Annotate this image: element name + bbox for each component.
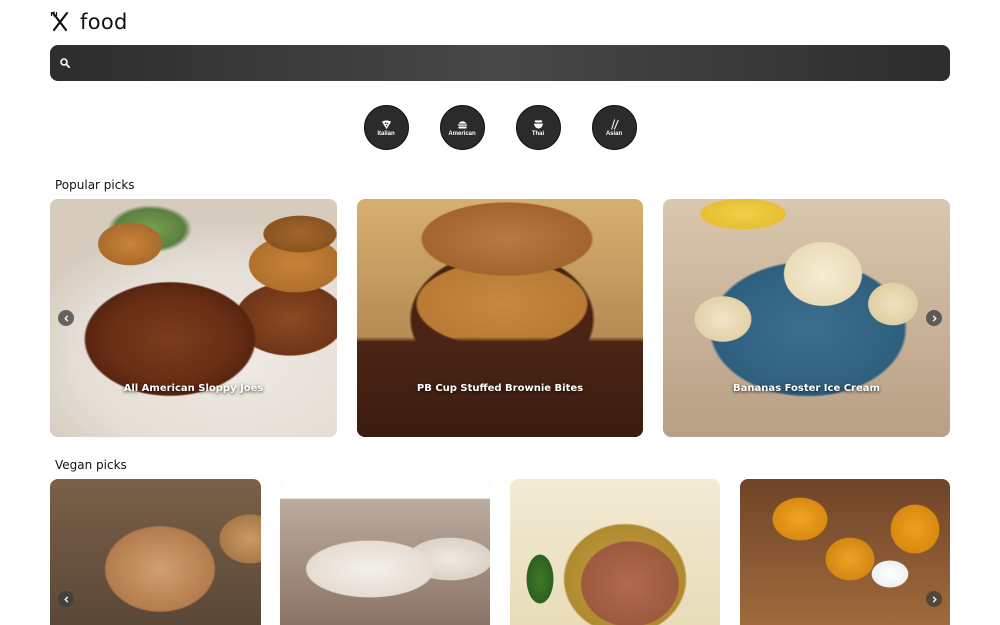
category-italian[interactable]: Italian [363, 105, 409, 150]
carousel-next-button[interactable] [926, 310, 942, 326]
popular-card-brownie-bites[interactable]: PB Cup Stuffed Brownie Bites [357, 199, 643, 437]
chevron-right-icon [932, 595, 937, 603]
bread-roll-image [50, 479, 261, 625]
beignets-image [280, 479, 490, 625]
category-label: Asian [605, 130, 623, 137]
sloppy-joes-image [50, 199, 337, 437]
vegan-card-4[interactable] [740, 479, 950, 625]
category-label: Italian [377, 130, 395, 137]
category-bar: Italian American Thai Asian [0, 105, 1000, 150]
chopsticks-icon [610, 118, 619, 130]
vegan-card-2[interactable] [280, 479, 490, 625]
popular-card-bananas-foster[interactable]: Bananas Foster Ice Cream [663, 199, 950, 437]
popular-picks-title: Popular picks [55, 178, 135, 192]
app-logo[interactable]: food [50, 10, 128, 34]
app-title: food [80, 10, 128, 34]
chevron-right-icon [932, 314, 937, 322]
vegan-card-1[interactable] [50, 479, 261, 625]
carousel-prev-button[interactable] [58, 591, 74, 607]
search-icon [60, 58, 70, 68]
category-thai[interactable]: Thai [515, 105, 561, 150]
burger-icon [457, 120, 467, 129]
carousel-next-button[interactable] [926, 591, 942, 607]
card-label: PB Cup Stuffed Brownie Bites [416, 383, 584, 394]
fork-knife-icon [50, 11, 69, 32]
carousel-prev-button[interactable] [58, 310, 74, 326]
pizza-icon [381, 119, 391, 129]
chevron-left-icon [63, 314, 68, 322]
card-label: Bananas Foster Ice Cream [733, 383, 880, 394]
vegan-picks-title: Vegan picks [55, 458, 127, 472]
card-label: All American Sloppy Joes [123, 383, 264, 394]
category-label: Thai [531, 130, 545, 137]
bananas-foster-image [663, 199, 950, 437]
category-asian[interactable]: Asian [591, 105, 637, 150]
category-american[interactable]: American [439, 105, 485, 150]
refried-beans-image [510, 479, 720, 625]
vegan-card-3[interactable] [510, 479, 720, 625]
peach-dessert-image [740, 479, 950, 625]
noodle-bowl-icon [533, 119, 543, 129]
search-input[interactable] [70, 44, 950, 82]
chevron-left-icon [63, 595, 68, 603]
popular-card-sloppy-joes[interactable]: All American Sloppy Joes [50, 199, 337, 437]
search-bar[interactable] [50, 44, 950, 82]
category-label: American [448, 130, 476, 137]
brownie-bites-image [357, 199, 643, 437]
